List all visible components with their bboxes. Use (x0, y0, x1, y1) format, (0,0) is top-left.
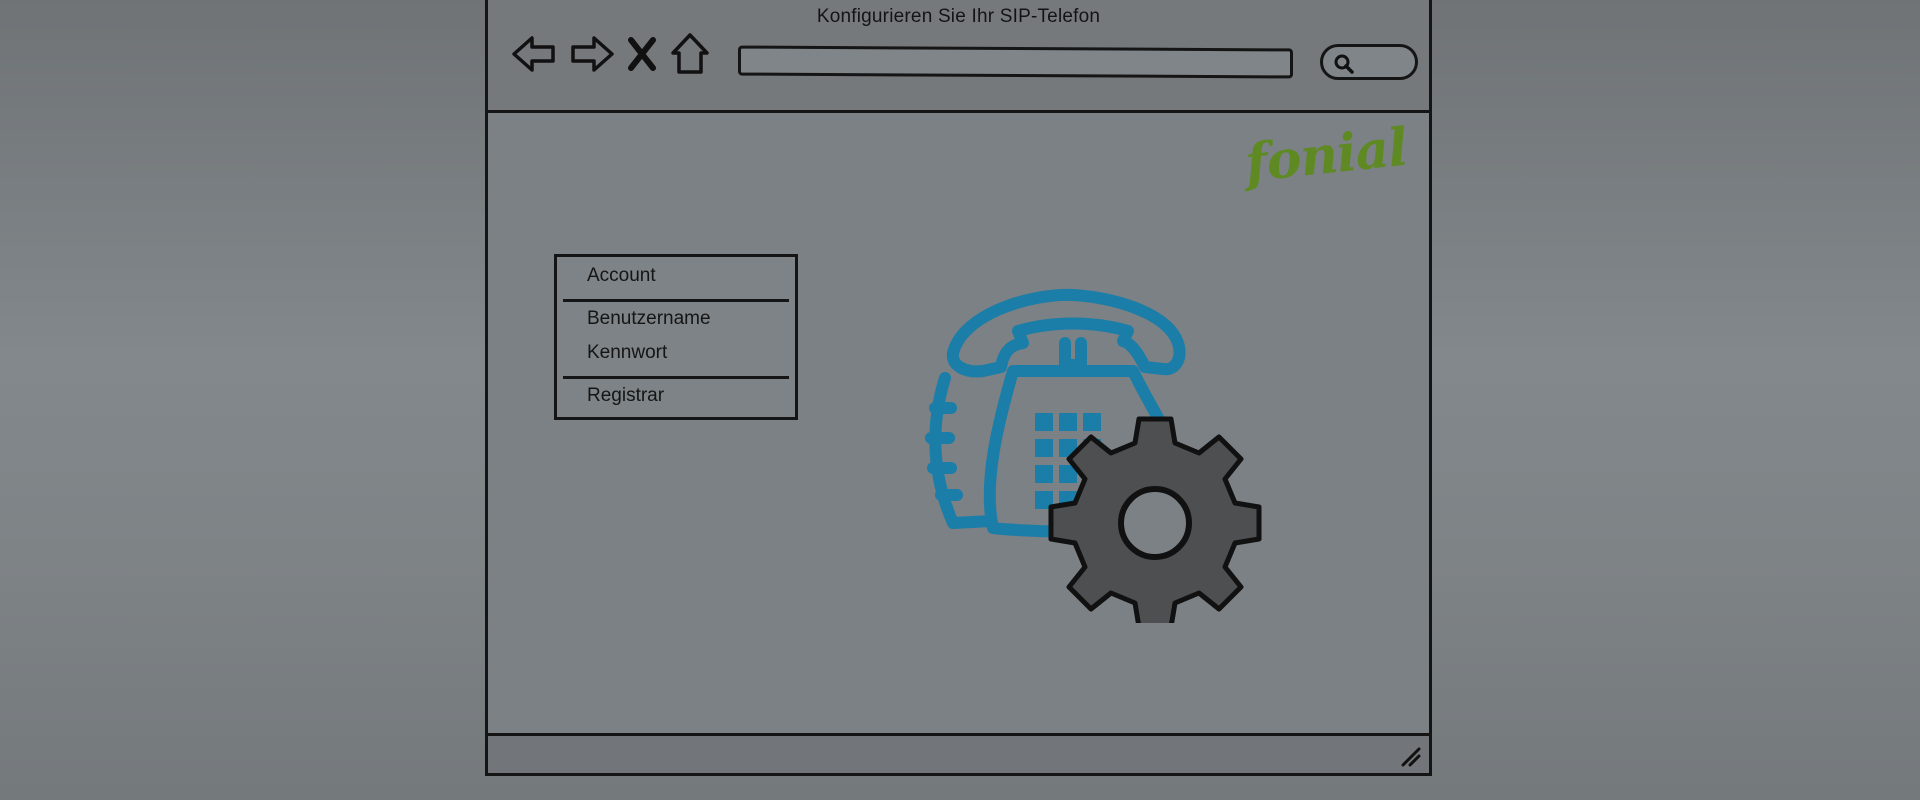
menu-divider (563, 376, 789, 379)
sip-settings-menu: Account Benutzername Kennwort Registrar (554, 254, 798, 420)
url-input[interactable] (738, 45, 1293, 79)
browser-window: Konfigurieren Sie Ihr SIP-Telefon fonial (485, 0, 1432, 776)
menu-item-kennwort[interactable]: Kennwort (587, 342, 667, 364)
close-x-icon[interactable] (626, 30, 658, 78)
page-content: fonial Account Benutzername Kennwort Reg… (488, 113, 1429, 735)
resize-grip-icon[interactable] (1397, 743, 1423, 769)
menu-item-account[interactable]: Account (587, 265, 656, 287)
phone-settings-illustration (925, 288, 1262, 623)
menu-item-registrar[interactable]: Registrar (587, 385, 664, 407)
forward-arrow-icon[interactable] (568, 30, 616, 78)
search-icon (1334, 54, 1354, 74)
back-arrow-icon[interactable] (510, 30, 558, 78)
window-title: Konfigurieren Sie Ihr SIP-Telefon (816, 6, 1101, 27)
home-icon[interactable] (668, 30, 712, 78)
browser-toolbar: Konfigurieren Sie Ihr SIP-Telefon (488, 0, 1429, 113)
menu-item-benutzername[interactable]: Benutzername (587, 308, 711, 330)
fonial-logo: fonial (1242, 116, 1410, 195)
search-input[interactable] (1320, 44, 1418, 80)
status-bar (488, 733, 1429, 773)
menu-divider (563, 299, 789, 302)
gear-icon (1048, 416, 1262, 623)
